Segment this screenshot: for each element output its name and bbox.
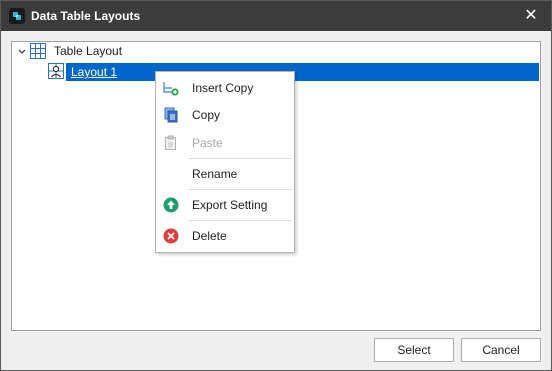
context-menu: Insert Copy Copy Paste Rename Export Set…	[155, 71, 295, 253]
menu-label: Copy	[192, 108, 221, 122]
menu-item-export-setting[interactable]: Export Setting	[156, 192, 294, 218]
tree-node-root[interactable]: Table Layout	[12, 42, 538, 60]
menu-item-rename[interactable]: Rename	[156, 161, 294, 187]
menu-divider	[188, 158, 292, 159]
chevron-down-icon[interactable]	[17, 46, 27, 56]
menu-divider	[188, 220, 292, 221]
menu-item-copy[interactable]: Copy	[156, 102, 294, 128]
tree-node-label: Table Layout	[54, 44, 123, 58]
close-icon[interactable]: ✕	[521, 6, 541, 26]
copy-icon	[163, 107, 179, 123]
menu-label: Insert Copy	[192, 81, 254, 95]
export-icon	[163, 197, 179, 213]
menu-divider	[188, 189, 292, 190]
table-grid-icon	[30, 43, 46, 59]
title-bar: Data Table Layouts ✕	[1, 1, 551, 31]
menu-item-delete[interactable]: Delete	[156, 223, 294, 249]
select-button[interactable]: Select	[374, 338, 454, 362]
menu-label: Rename	[192, 167, 238, 181]
tree-node-selected[interactable]	[66, 63, 539, 81]
delete-icon	[163, 228, 179, 244]
dialog-window: Data Table Layouts ✕ Table Layout Layout…	[0, 0, 552, 371]
cancel-button[interactable]: Cancel	[461, 338, 541, 362]
menu-item-paste[interactable]: Paste	[156, 130, 294, 156]
paste-icon	[163, 135, 179, 151]
app-logo-icon	[9, 8, 25, 24]
insert-copy-icon	[163, 80, 179, 96]
tree-node-label-layout-1[interactable]: Layout 1	[71, 65, 117, 79]
menu-label: Export Setting	[192, 198, 268, 212]
menu-label: Delete	[192, 229, 227, 243]
menu-item-insert-copy[interactable]: Insert Copy	[156, 75, 294, 101]
window-title: Data Table Layouts	[31, 9, 141, 23]
layout-item-icon	[48, 63, 64, 79]
menu-label: Paste	[192, 136, 223, 150]
